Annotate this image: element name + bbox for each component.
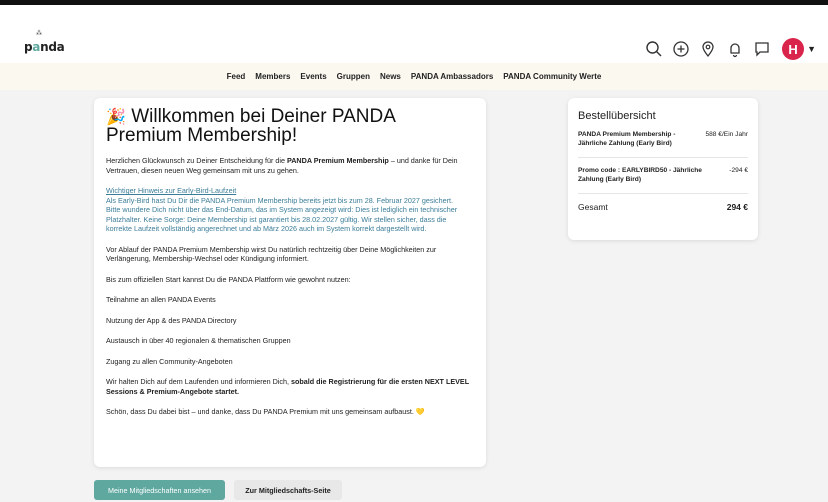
hint-line-1: Als Early-Bird hast Du Dir die PANDA Pre… <box>106 195 453 205</box>
header-actions: H ▼ <box>636 37 816 61</box>
order-total-value: 294 € <box>726 202 748 212</box>
early-bird-hint: Wichtiger Hinweis zur Early-Bird-Laufzei… <box>106 186 474 234</box>
thanks-paragraph: Schön, dass Du dabei bist – und danke, d… <box>106 407 425 416</box>
order-title: Bestellübersicht <box>578 110 656 122</box>
feature-item: Nutzung der App & des PANDA Directory <box>106 315 237 325</box>
until-start-paragraph: Bis zum offiziellen Start kannst Du die … <box>106 274 351 284</box>
hint-title[interactable]: Wichtiger Hinweis zur Early-Bird-Laufzei… <box>106 186 474 196</box>
order-row: PANDA Premium Membership - Jährliche Zah… <box>578 122 748 158</box>
order-summary: Bestellübersicht PANDA Premium Membershi… <box>568 98 758 240</box>
welcome-card: 🎉 Willkommen bei Deiner PANDA Premium Me… <box>94 98 486 467</box>
order-item-price: 588 €/Ein Jahr <box>705 131 748 138</box>
chevron-down-icon[interactable]: ▼ <box>807 44 816 54</box>
site-header: ⁂ panda H ▼ <box>0 5 828 63</box>
nav-item-gruppen[interactable]: Gruppen <box>337 72 370 81</box>
membership-page-button[interactable]: Zur Mitgliedschafts-Seite <box>234 480 342 500</box>
nav-item-events[interactable]: Events <box>300 72 326 81</box>
order-item-label: PANDA Premium Membership - Jährliche Zah… <box>578 131 676 147</box>
order-item-label: Promo code : EARLYBIRD50 - Jährliche Zah… <box>578 167 702 183</box>
main-area: 🎉 Willkommen bei Deiner PANDA Premium Me… <box>0 90 828 502</box>
plus-circle-icon[interactable] <box>672 40 690 58</box>
feature-item: Austausch in über 40 regionalen & themat… <box>106 336 291 345</box>
intro-text: Herzlichen Glückwunsch zu Deiner Entsche… <box>106 156 287 165</box>
hint-line-2: Bitte wundere Dich nicht über das End-Da… <box>106 205 458 233</box>
nav-item-community-werte[interactable]: PANDA Community Werte <box>503 72 601 81</box>
party-popper-icon: 🎉 <box>106 109 126 126</box>
order-total-row: Gesamt 294 € <box>578 194 748 221</box>
panda-logo[interactable]: ⁂ panda <box>24 30 65 60</box>
user-avatar[interactable]: H <box>782 38 805 60</box>
view-memberships-button[interactable]: Meine Mitgliedschaften ansehen <box>94 480 225 500</box>
nav-item-feed[interactable]: Feed <box>227 72 246 81</box>
order-row: Promo code : EARLYBIRD50 - Jährliche Zah… <box>578 158 748 194</box>
nav-item-ambassadors[interactable]: PANDA Ambassadors <box>411 72 493 81</box>
page-title: 🎉 Willkommen bei Deiner PANDA Premium Me… <box>106 106 474 146</box>
intro-paragraph: Herzlichen Glückwunsch zu Deiner Entsche… <box>106 156 474 175</box>
nav-item-members[interactable]: Members <box>255 72 290 81</box>
info-text: Wir halten Dich auf dem Laufenden und in… <box>106 377 291 386</box>
location-pin-icon[interactable] <box>699 40 717 58</box>
order-total-label: Gesamt <box>578 202 608 212</box>
renewal-paragraph: Vor Ablauf der PANDA Premium Membership … <box>106 244 437 264</box>
paw-icon: ⁂ <box>36 30 42 37</box>
bell-icon[interactable] <box>726 40 744 58</box>
main-nav: Feed Members Events Gruppen News PANDA A… <box>0 63 828 90</box>
feature-item: Zugang zu allen Community-Angeboten <box>106 356 233 366</box>
nav-item-news[interactable]: News <box>380 72 401 81</box>
intro-bold: PANDA Premium Membership <box>286 156 389 165</box>
search-icon[interactable] <box>645 40 663 58</box>
logo-text: panda <box>24 40 65 54</box>
feature-item: Teilnahme an allen PANDA Events <box>106 295 216 304</box>
page-title-text: Willkommen bei Deiner PANDA Premium Memb… <box>106 106 395 146</box>
info-paragraph: Wir halten Dich auf dem Laufenden und in… <box>106 377 474 396</box>
chat-icon[interactable] <box>753 40 771 58</box>
order-item-price: -294 € <box>729 167 748 174</box>
